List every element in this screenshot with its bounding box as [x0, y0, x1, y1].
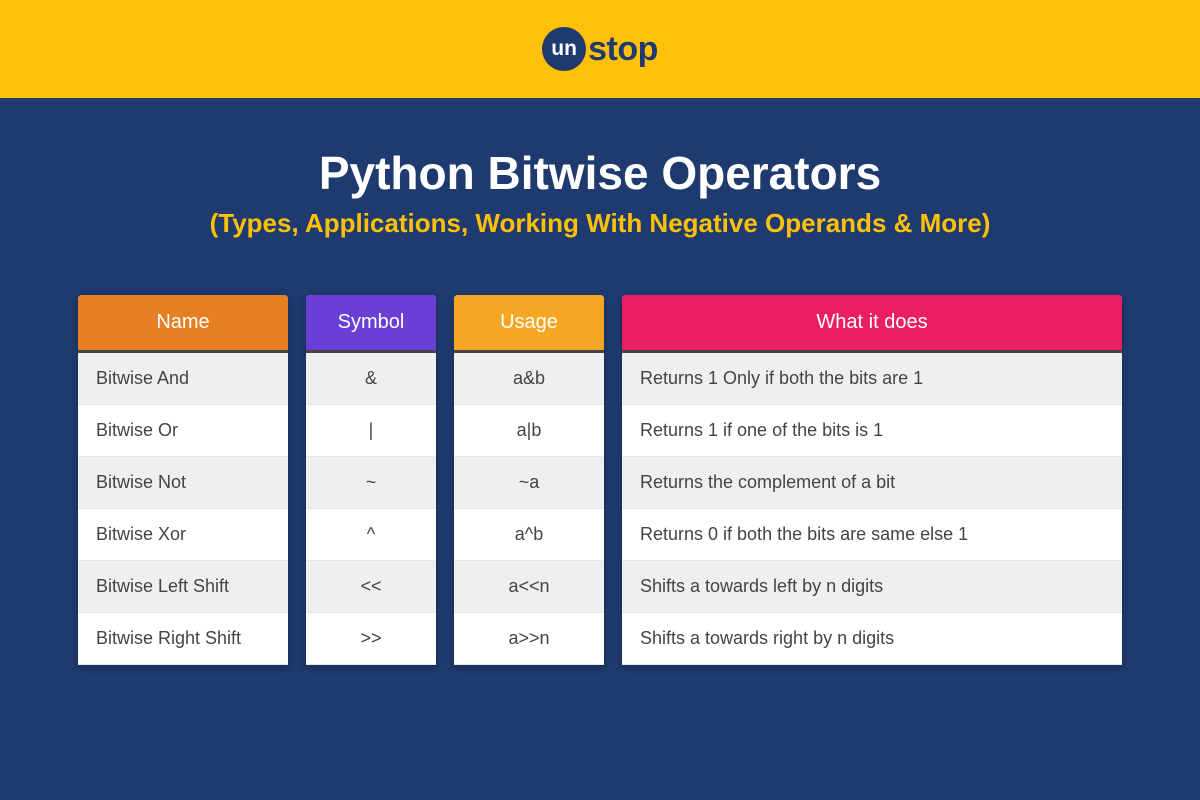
table-row: Bitwise Xor — [78, 509, 288, 561]
table-row: Returns the complement of a bit — [622, 457, 1122, 509]
table-row: a^b — [454, 509, 604, 561]
table-row: Bitwise Left Shift — [78, 561, 288, 613]
table-row: & — [306, 353, 436, 405]
column-usage: Usage a&b a|b ~a a^b a<<n a>>n — [454, 295, 604, 665]
table-row: ~ — [306, 457, 436, 509]
table-row: Returns 0 if both the bits are same else… — [622, 509, 1122, 561]
table-row: Bitwise Right Shift — [78, 613, 288, 665]
table-row: Bitwise Or — [78, 405, 288, 457]
table-row: Shifts a towards left by n digits — [622, 561, 1122, 613]
table-row: Returns 1 Only if both the bits are 1 — [622, 353, 1122, 405]
header-description: What it does — [622, 295, 1122, 353]
table-row: << — [306, 561, 436, 613]
column-symbol: Symbol & | ~ ^ << >> — [306, 295, 436, 665]
content-area: Python Bitwise Operators (Types, Applica… — [0, 98, 1200, 665]
table-row: Bitwise And — [78, 353, 288, 405]
table-row: Returns 1 if one of the bits is 1 — [622, 405, 1122, 457]
table-row: ~a — [454, 457, 604, 509]
table-row: a>>n — [454, 613, 604, 665]
header-usage: Usage — [454, 295, 604, 353]
page-title: Python Bitwise Operators — [70, 146, 1130, 200]
logo-text: stop — [588, 30, 658, 69]
table-row: a<<n — [454, 561, 604, 613]
table-row: a&b — [454, 353, 604, 405]
table-row: >> — [306, 613, 436, 665]
table-row: a|b — [454, 405, 604, 457]
page-subtitle: (Types, Applications, Working With Negat… — [70, 208, 1130, 239]
brand-logo: un stop — [542, 27, 658, 71]
operators-table: Name Bitwise And Bitwise Or Bitwise Not … — [70, 295, 1130, 665]
table-row: | — [306, 405, 436, 457]
header-bar: un stop — [0, 0, 1200, 98]
table-row: Bitwise Not — [78, 457, 288, 509]
header-name: Name — [78, 295, 288, 353]
table-row: Shifts a towards right by n digits — [622, 613, 1122, 665]
column-name: Name Bitwise And Bitwise Or Bitwise Not … — [78, 295, 288, 665]
logo-circle-icon: un — [542, 27, 586, 71]
table-row: ^ — [306, 509, 436, 561]
header-symbol: Symbol — [306, 295, 436, 353]
column-description: What it does Returns 1 Only if both the … — [622, 295, 1122, 665]
